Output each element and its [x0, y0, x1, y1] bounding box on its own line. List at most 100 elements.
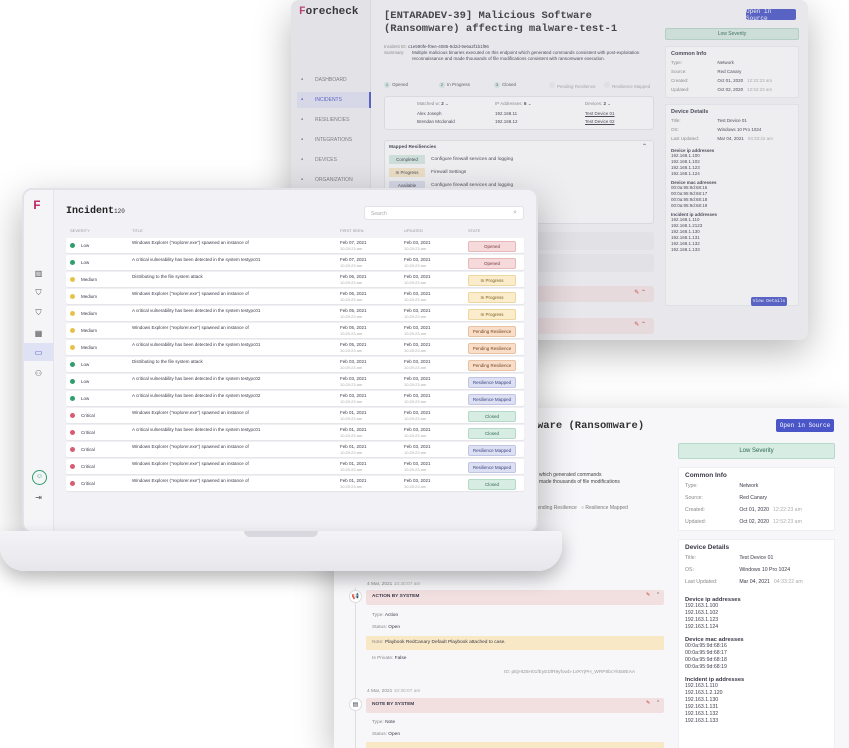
sidebar-item-incidents[interactable]: ▪ INCIDENTS — [297, 92, 371, 108]
chevron-up-icon[interactable]: ⌃ — [656, 701, 660, 706]
column-header[interactable]: STATE — [468, 228, 480, 233]
sidebar-item-resiliencies[interactable]: ▪ RESILIENCIES — [297, 112, 371, 128]
incident-title[interactable]: A critical vulnerability has been detect… — [132, 308, 322, 314]
table-row[interactable]: Low A critical vulnerability has been det… — [66, 374, 524, 389]
sidebar-item-organization[interactable]: ▪ ORGANIZATION — [297, 172, 371, 188]
table-row[interactable]: Low A critical vulnerability has been det… — [66, 391, 524, 406]
updated-date: Feb 03, 2021 — [404, 410, 431, 415]
state-badge: Resilience Mapped — [468, 394, 516, 405]
sidebar-item-integrations[interactable]: ▪ INTEGRATIONS — [297, 132, 371, 148]
info-row: Source: Red Canary — [671, 69, 742, 74]
search-icon[interactable]: ⌕ — [513, 209, 517, 217]
updated-time: 10:20:23 am — [404, 348, 427, 353]
state-badge: Resilience Mapped — [468, 377, 516, 388]
severity-dot — [70, 481, 75, 487]
incident-title[interactable]: A critical vulnerability has been detect… — [132, 257, 322, 263]
shield-check-icon[interactable]: ⛉ — [24, 304, 53, 322]
severity-dot — [70, 243, 75, 249]
note-card[interactable]: NOTE BY SYSTEM ✎ ⌃ — [366, 698, 664, 713]
info-row: Type: Network — [671, 60, 734, 65]
table-row[interactable]: Critical Windows Explorer ("explorer.exe"… — [66, 408, 524, 423]
updated-time: 10:20:23 am — [404, 450, 427, 455]
resiliency-status: Completed — [389, 155, 425, 164]
table-row[interactable]: Medium Windows Explorer ("explorer.exe") … — [66, 323, 524, 338]
page-title: [ENTARADEV-39] Malicious Software (Ranso… — [384, 10, 618, 35]
incident-title[interactable]: A critical vulnerability has been detect… — [132, 342, 322, 348]
table-row[interactable]: Low A critical vulnerability has been det… — [66, 255, 524, 270]
severity-cell: Medium — [70, 311, 97, 317]
severity-dot — [70, 413, 75, 419]
sidebar-item-devices[interactable]: ▪ DEVICES — [297, 152, 371, 168]
resiliency-text[interactable]: Configure firewall services and logging — [431, 157, 513, 162]
ip-item: 00:0a:95:9d:68:19 — [671, 203, 708, 208]
summary-block: Incident ID: c1e590fe-f0ee-4085-9d2d-9e6… — [384, 44, 640, 61]
resiliency-text[interactable]: Firewall Settings — [431, 170, 466, 175]
first-seen-time: 10:20:23 am — [340, 263, 363, 268]
device-link[interactable]: Test Device 01 — [585, 111, 615, 116]
monitor-icon[interactable]: ▭ — [24, 343, 53, 361]
table-row[interactable]: Critical Windows Explorer ("explorer.exe"… — [66, 476, 524, 491]
table-row[interactable]: Low Distributing to the file system attac… — [66, 357, 524, 372]
table-header: SEVERITY TITLE FIRST SEEN UPDATED STATE — [66, 228, 524, 236]
updated-time: 10:20:23 am — [404, 382, 427, 387]
chart-icon[interactable]: ▥ — [24, 264, 53, 282]
first-seen-time: 10:20:23 am — [340, 331, 363, 336]
open-in-source-button[interactable]: Open in Source — [746, 8, 796, 22]
incident-title[interactable]: A critical vulnerability has been detect… — [132, 427, 322, 433]
step-item: Resilience Mapped — [604, 82, 650, 89]
table-row[interactable]: Critical Windows Explorer ("explorer.exe"… — [66, 459, 524, 474]
state-badge: Opened — [468, 258, 516, 269]
shield-check-icon: ▪ — [301, 117, 304, 123]
severity-cell: Medium — [70, 294, 97, 300]
incident-title[interactable]: A critical vulnerability has been detect… — [132, 376, 322, 382]
incident-title[interactable]: Windows Explorer ("explorer.exe") spawne… — [132, 478, 322, 484]
incident-title[interactable]: Windows Explorer ("explorer.exe") spawne… — [132, 444, 322, 450]
severity-dot — [70, 362, 75, 368]
updated-time: 10:20:23 am — [404, 399, 427, 404]
table-row[interactable]: Medium Distributing to the file system at… — [66, 272, 524, 287]
sidebar-item-dashboard[interactable]: ▪ DASHBOARD — [297, 72, 371, 88]
state-badge: Pending Resilience — [468, 343, 516, 354]
grid-icon[interactable]: ▦ — [24, 324, 53, 342]
column-header[interactable]: SEVERITY — [70, 228, 90, 233]
step-number — [604, 82, 610, 88]
shield-icon[interactable]: ⛉ — [24, 284, 53, 302]
sidebar-item-label: INTEGRATIONS — [315, 137, 353, 143]
incident-title[interactable]: Windows Explorer ("explorer.exe") spawne… — [132, 325, 322, 331]
info-row: Title: Test Device 01 — [671, 118, 747, 123]
table-row[interactable]: Medium Windows Explorer ("explorer.exe") … — [66, 289, 524, 304]
incident-title[interactable]: Distributing to the file system attack — [132, 359, 322, 365]
table-row[interactable]: Critical Windows Explorer ("explorer.exe"… — [66, 442, 524, 457]
view-details-button[interactable]: View Details — [751, 297, 787, 306]
ip-item: 192.163.1.131 — [685, 704, 719, 710]
table-row[interactable]: Low Windows Explorer ("explorer.exe") spa… — [66, 238, 524, 253]
search-input[interactable]: Search ⌕ — [364, 206, 524, 220]
step-item: 1 Opened — [384, 82, 409, 88]
resiliency-status: In Progress — [389, 168, 425, 177]
edit-icon[interactable]: ✎ — [646, 593, 650, 598]
logout-icon[interactable]: ⇥ — [24, 488, 53, 506]
severity-cell: Critical — [70, 413, 95, 419]
table-row[interactable]: Critical A critical vulnerability has bee… — [66, 425, 524, 440]
incident-title[interactable]: Windows Explorer ("explorer.exe") spawne… — [132, 240, 322, 246]
edit-icon[interactable]: ✎ — [646, 701, 650, 706]
incident-title[interactable]: A critical vulnerability has been detect… — [132, 393, 322, 399]
incident-title[interactable]: Windows Explorer ("explorer.exe") spawne… — [132, 461, 322, 467]
open-in-source-button[interactable]: Open in Source — [776, 419, 834, 432]
device-link[interactable]: Test Device 02 — [585, 119, 615, 124]
table-row[interactable]: Medium A critical vulnerability has been … — [66, 340, 524, 355]
incident-title[interactable]: Windows Explorer ("explorer.exe") spawne… — [132, 291, 322, 297]
user-avatar-icon[interactable]: ☺ — [32, 470, 47, 485]
first-seen-date: Feb 03, 2021 — [340, 393, 367, 398]
incident-title[interactable]: Windows Explorer ("explorer.exe") spawne… — [132, 410, 322, 416]
column-header[interactable]: TITLE — [132, 228, 143, 233]
users-icon[interactable]: ⚇ — [24, 364, 53, 382]
watcher-box: Matched w: 2 ⌄ IP Addresses: 6 ⌄ Devices… — [384, 96, 654, 130]
action-card[interactable]: ACTION BY SYSTEM ✎ ⌃ — [366, 590, 664, 605]
first-seen-time: 10:20:23 am — [340, 416, 363, 421]
column-header[interactable]: UPDATED — [404, 228, 423, 233]
chevron-up-icon[interactable]: ⌃ — [656, 593, 660, 598]
table-row[interactable]: Medium A critical vulnerability has been … — [66, 306, 524, 321]
column-header[interactable]: FIRST SEEN — [340, 228, 364, 233]
incident-title[interactable]: Distributing to the file system attack — [132, 274, 322, 280]
